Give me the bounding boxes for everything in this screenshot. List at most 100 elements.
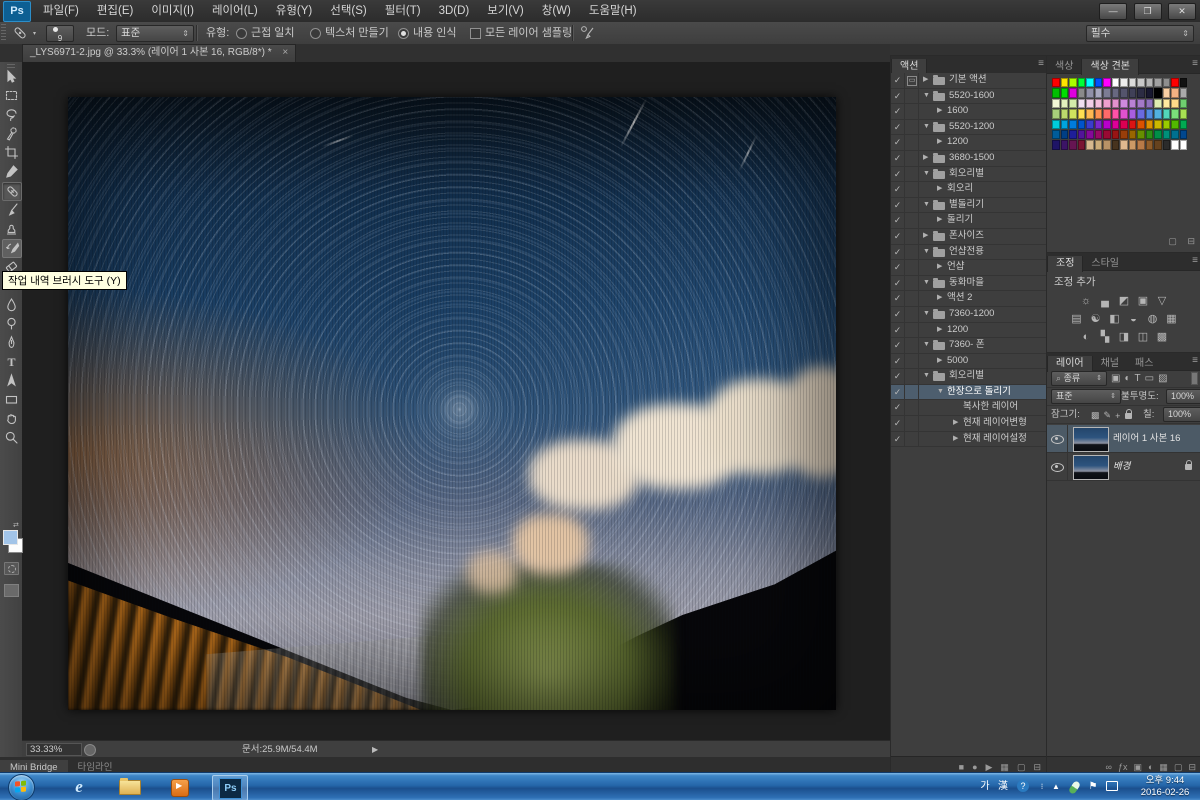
collapse-triangle-icon[interactable]: ▼: [923, 245, 930, 260]
collapse-triangle-icon[interactable]: ▼: [923, 276, 930, 291]
blend-mode-dropdown[interactable]: 표준⇕: [1051, 389, 1121, 404]
color-swatch[interactable]: [1052, 88, 1060, 97]
color-swatch[interactable]: [1069, 99, 1077, 108]
color-swatch[interactable]: [1103, 109, 1111, 118]
color-swatch[interactable]: [1163, 130, 1171, 139]
tab-styles[interactable]: 스타일: [1083, 256, 1127, 272]
eye-icon[interactable]: [1051, 463, 1064, 472]
panel-menu-icon[interactable]: ≡: [1192, 355, 1198, 366]
visibility-column[interactable]: [1047, 453, 1068, 480]
tool-preset-icon[interactable]: [12, 25, 42, 41]
black-white-icon[interactable]: ◧: [1107, 312, 1122, 325]
visibility-column[interactable]: [1047, 425, 1068, 452]
color-swatch[interactable]: [1069, 140, 1077, 149]
color-swatch[interactable]: [1120, 140, 1128, 149]
mode-dropdown[interactable]: 표준⇕: [116, 25, 194, 42]
action-dialog-toggle[interactable]: [905, 120, 919, 135]
color-swatch[interactable]: [1086, 88, 1094, 97]
ime-korean-indicator[interactable]: 가: [978, 773, 992, 800]
color-swatch[interactable]: [1129, 109, 1137, 118]
expand-triangle-icon[interactable]: ▶: [953, 416, 958, 431]
color-swatch[interactable]: [1171, 130, 1179, 139]
panel-menu-icon[interactable]: ≡: [1192, 255, 1198, 266]
screen-mode-button[interactable]: [4, 584, 19, 597]
color-swatch[interactable]: [1095, 120, 1103, 129]
color-swatch[interactable]: [1146, 88, 1154, 97]
lock-all-icon[interactable]: [1125, 413, 1132, 419]
action-check-icon[interactable]: ✓: [891, 369, 905, 384]
color-swatch[interactable]: [1095, 109, 1103, 118]
color-swatch[interactable]: [1120, 78, 1128, 87]
tray-network-icon[interactable]: [1104, 773, 1120, 800]
color-swatch[interactable]: [1171, 88, 1179, 97]
menu-item-9[interactable]: 창(W): [533, 0, 580, 22]
action-check-icon[interactable]: ✓: [891, 307, 905, 322]
action-dialog-toggle[interactable]: ▭: [905, 73, 919, 88]
exposure-icon[interactable]: ▣: [1136, 294, 1151, 307]
color-swatch[interactable]: [1052, 120, 1060, 129]
action-dialog-toggle[interactable]: [905, 198, 919, 213]
action-dialog-toggle[interactable]: [905, 151, 919, 166]
action-check-icon[interactable]: ✓: [891, 89, 905, 104]
color-swatch[interactable]: [1061, 99, 1069, 108]
action-check-icon[interactable]: ✓: [891, 416, 905, 431]
color-swatch[interactable]: [1052, 78, 1060, 87]
zoom-tool[interactable]: [2, 429, 20, 446]
tray-settings-icon[interactable]: ⁝: [1036, 773, 1048, 800]
color-swatch[interactable]: [1154, 109, 1162, 118]
color-swatch[interactable]: [1069, 88, 1077, 97]
dodge-tool[interactable]: [2, 315, 20, 332]
color-swatch[interactable]: [1061, 78, 1069, 87]
color-swatch[interactable]: [1163, 88, 1171, 97]
tray-pill-icon[interactable]: [1068, 780, 1081, 795]
action-check-icon[interactable]: ✓: [891, 245, 905, 260]
color-swatch[interactable]: [1129, 99, 1137, 108]
action-dialog-toggle[interactable]: [905, 245, 919, 260]
color-swatch[interactable]: [1078, 120, 1086, 129]
color-swatch[interactable]: [1120, 120, 1128, 129]
restore-button[interactable]: ❐: [1134, 3, 1162, 20]
color-swatch[interactable]: [1095, 99, 1103, 108]
color-swatch[interactable]: [1078, 78, 1086, 87]
tab-color[interactable]: 색상: [1047, 59, 1081, 75]
color-swatch[interactable]: [1086, 140, 1094, 149]
color-swatch[interactable]: [1171, 140, 1179, 149]
posterize-icon[interactable]: ▚: [1098, 330, 1113, 343]
color-swatch[interactable]: [1180, 140, 1188, 149]
status-icon[interactable]: [84, 744, 96, 756]
curves-icon[interactable]: ◩: [1117, 294, 1132, 307]
color-swatch[interactable]: [1146, 120, 1154, 129]
color-swatch[interactable]: [1078, 88, 1086, 97]
start-button[interactable]: [8, 774, 35, 800]
action-dialog-toggle[interactable]: [905, 354, 919, 369]
expand-triangle-icon[interactable]: ▶: [937, 323, 942, 338]
smart-object-filter-icon[interactable]: ▨: [1158, 370, 1167, 387]
tab-close-icon[interactable]: ×: [282, 47, 288, 58]
adjustment-layer-filter-icon[interactable]: ◐: [1124, 370, 1130, 387]
color-swatch[interactable]: [1154, 88, 1162, 97]
color-swatch[interactable]: [1061, 109, 1069, 118]
action-check-icon[interactable]: ✓: [891, 400, 905, 415]
color-swatch[interactable]: [1095, 88, 1103, 97]
color-swatch[interactable]: [1137, 130, 1145, 139]
action-dialog-toggle[interactable]: [905, 276, 919, 291]
selective-color-icon[interactable]: ▩: [1155, 330, 1170, 343]
document-canvas[interactable]: [68, 97, 836, 710]
taskbar-photoshop[interactable]: Ps: [212, 775, 248, 800]
taskbar-explorer[interactable]: [112, 775, 146, 799]
radio-texture[interactable]: 텍스처 만들기: [310, 22, 389, 44]
color-swatch[interactable]: [1129, 120, 1137, 129]
action-dialog-toggle[interactable]: [905, 307, 919, 322]
color-lookup-icon[interactable]: ▦: [1164, 312, 1179, 325]
color-swatch[interactable]: [1146, 109, 1154, 118]
color-swatch[interactable]: [1154, 140, 1162, 149]
hand-tool[interactable]: [2, 410, 20, 427]
color-swatch[interactable]: [1086, 99, 1094, 108]
action-row[interactable]: ✓▶5000: [891, 354, 1047, 370]
color-swatch[interactable]: [1146, 140, 1154, 149]
collapse-triangle-icon[interactable]: ▼: [923, 120, 930, 135]
shape-layer-filter-icon[interactable]: ▭: [1145, 370, 1154, 387]
color-swatch[interactable]: [1112, 140, 1120, 149]
action-check-icon[interactable]: ✓: [891, 182, 905, 197]
action-row[interactable]: ✓▶액션 2: [891, 291, 1047, 307]
